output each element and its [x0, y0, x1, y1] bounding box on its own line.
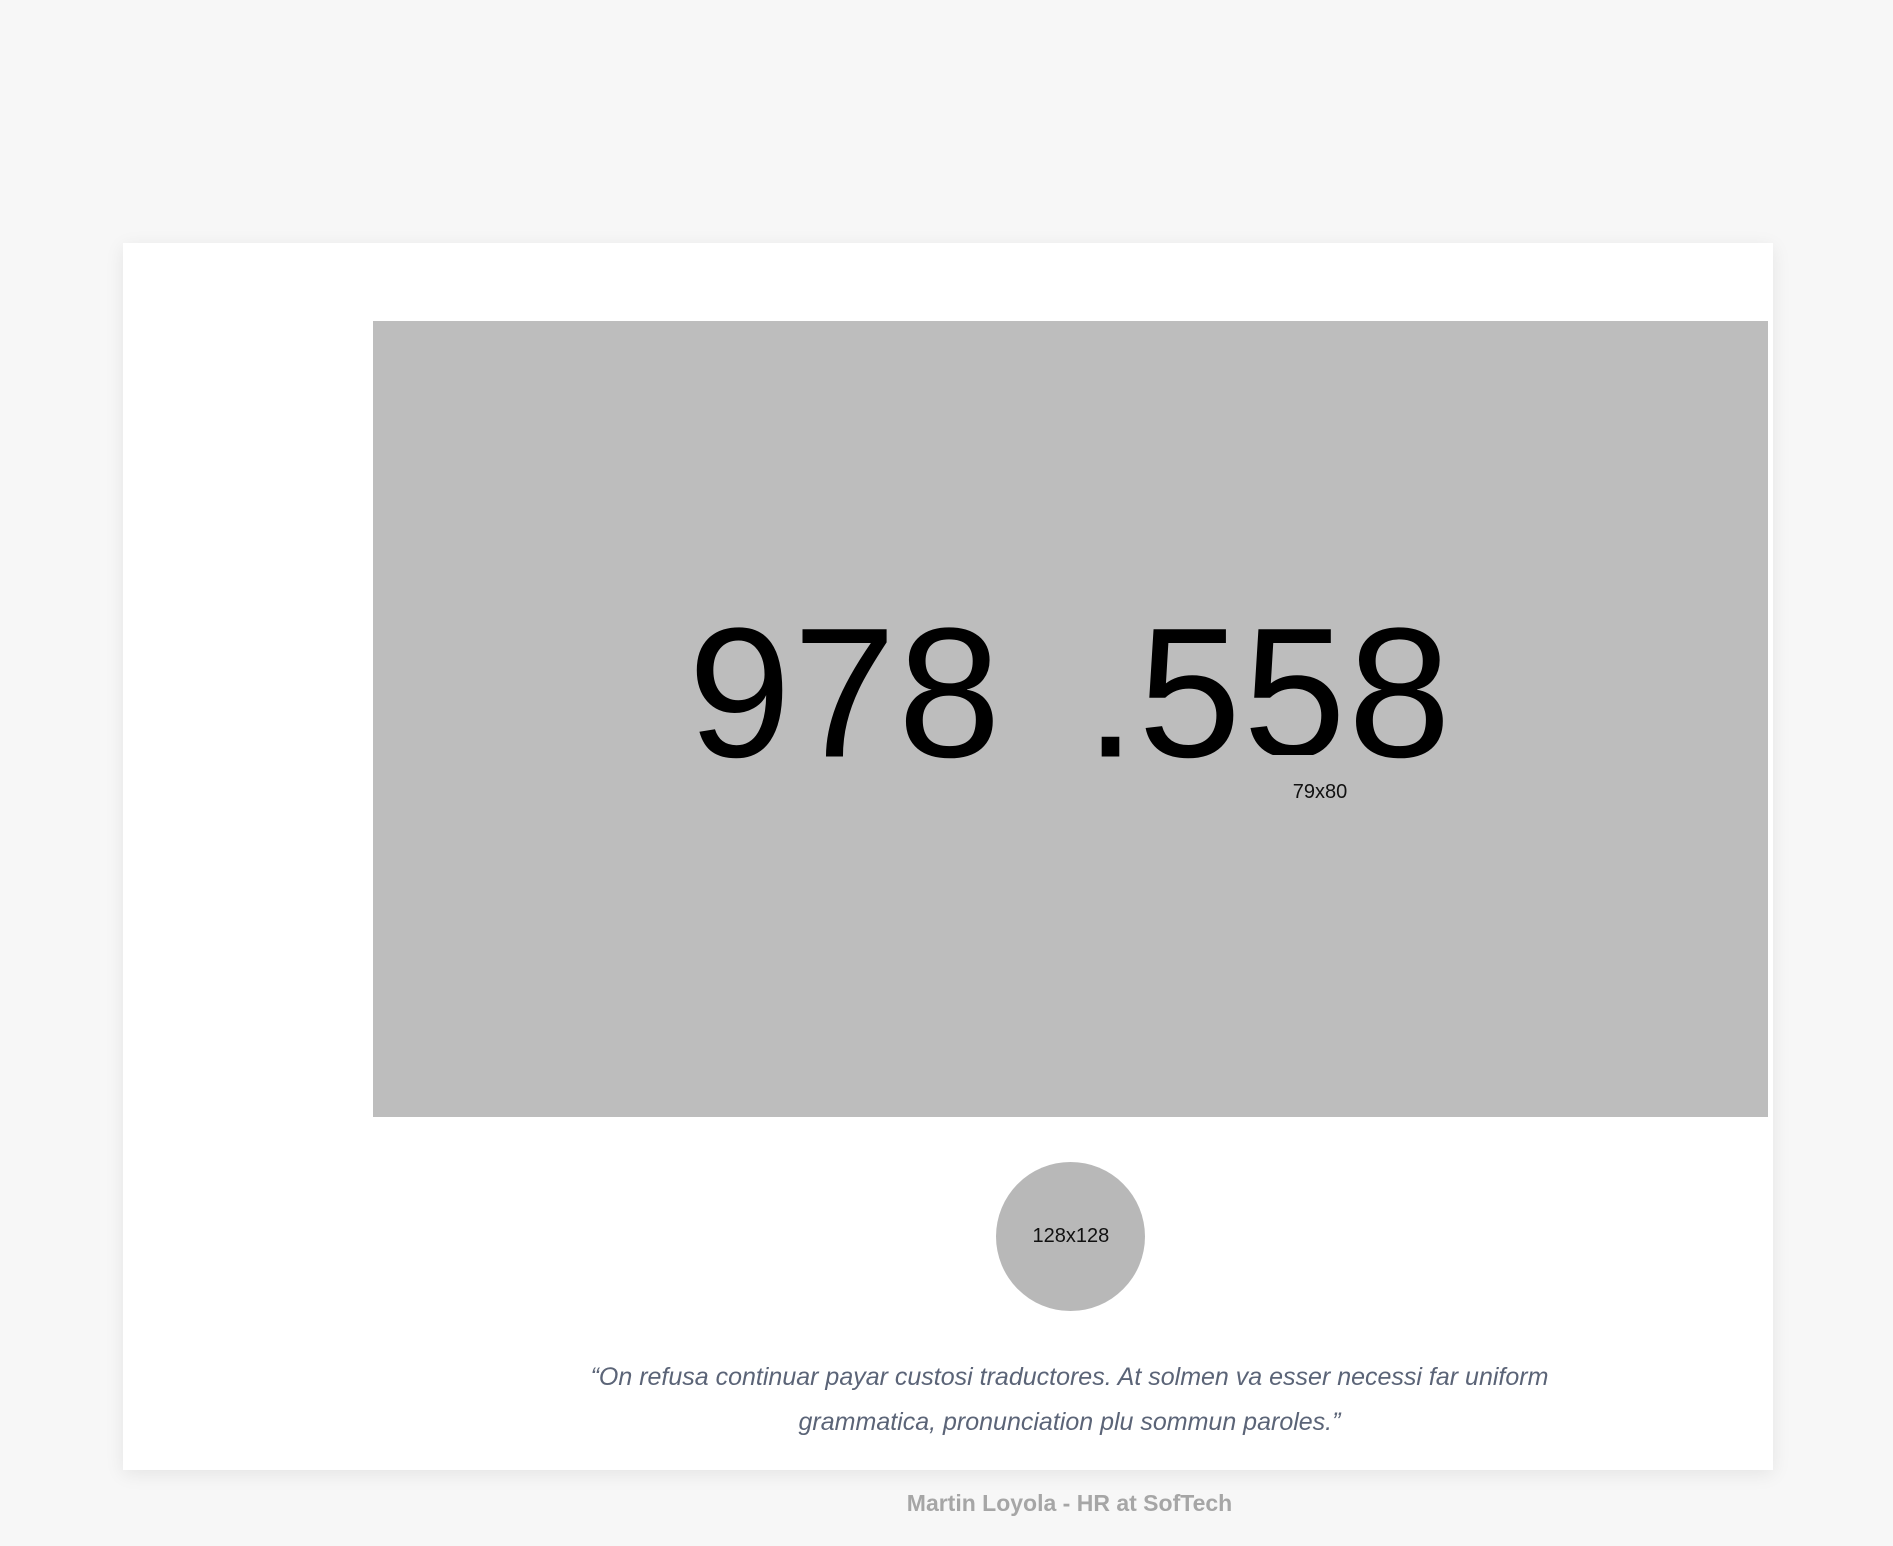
testimonial-card: 978.558 79x80 128x128 “On refusa continu… [123, 243, 1773, 1516]
avatar-label: 128x128 [1032, 1225, 1109, 1247]
hero-number-left: 978 [688, 590, 1003, 797]
hero-image-placeholder: 978.558 79x80 [373, 321, 1768, 1117]
hero-number-text: 978.558 [373, 601, 1768, 787]
hero-size-badge: 79x80 [1270, 755, 1370, 829]
page: 978.558 79x80 128x128 “On refusa continu… [0, 0, 1893, 1546]
testimonial-quote: “On refusa continuar payar custosi tradu… [590, 1363, 1549, 1436]
testimonial-author: Martin Loyola - HR at SofTech [906, 1490, 1233, 1516]
hero-number-right: .558 [1084, 590, 1453, 797]
avatar: 128x128 [996, 1162, 1145, 1311]
